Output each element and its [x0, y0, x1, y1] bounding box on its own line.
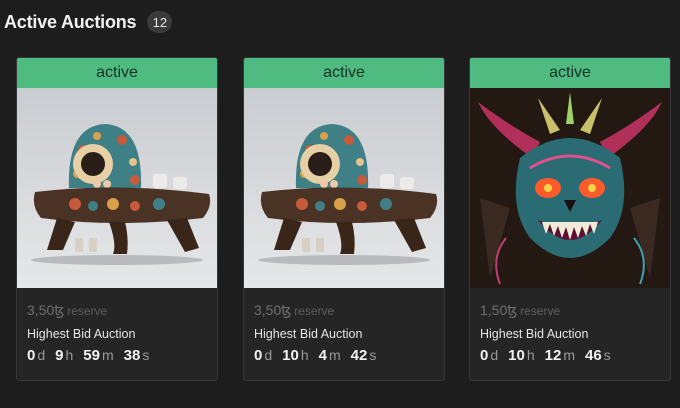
- auction-card[interactable]: active 1,50ꜩ reserve Highest Bid Auction…: [469, 57, 671, 381]
- auction-type: Highest Bid Auction: [254, 327, 363, 341]
- price-value: 3,50ꜩ: [27, 302, 65, 318]
- reserve-price: 3,50ꜩ reserve: [254, 302, 434, 319]
- reserve-price: 1,50ꜩ reserve: [480, 302, 660, 319]
- countdown-timer: 0d 10 h 12 m 46 s: [480, 347, 660, 364]
- reserve-price: 3,50ꜩ reserve: [27, 302, 207, 319]
- page-title: Active Auctions: [4, 11, 137, 32]
- status-badge: active: [244, 58, 444, 88]
- countdown-seconds: 38: [123, 347, 141, 364]
- countdown-seconds: 42: [350, 347, 368, 364]
- countdown-minutes: 12: [544, 347, 562, 364]
- unit-label: d: [264, 347, 273, 363]
- artwork-image[interactable]: [17, 88, 217, 288]
- unit-label: m: [101, 347, 114, 363]
- unit-label: h: [526, 347, 535, 363]
- unit-label: m: [563, 347, 575, 363]
- unit-label: s: [369, 347, 377, 363]
- countdown-days: 0: [254, 347, 263, 364]
- price-value: 1,50ꜩ: [480, 302, 518, 318]
- unit-label: s: [603, 347, 611, 363]
- unit-label: d: [37, 347, 46, 363]
- auction-card[interactable]: active 3,50ꜩ reserve Highest Bid Auction: [243, 57, 445, 381]
- auction-count-badge: 12: [147, 11, 173, 33]
- reserve-label: reserve: [67, 304, 108, 318]
- countdown-hours: 10: [282, 347, 299, 364]
- status-badge: active: [470, 58, 670, 88]
- unit-label: m: [328, 347, 341, 363]
- auction-type: Highest Bid Auction: [480, 327, 589, 341]
- countdown-seconds: 46: [584, 347, 602, 364]
- status-badge: active: [17, 58, 217, 88]
- artwork-image[interactable]: [470, 88, 670, 288]
- reserve-label: reserve: [294, 304, 335, 318]
- countdown-hours: 9: [55, 347, 64, 364]
- unit-label: s: [142, 347, 150, 363]
- auction-card[interactable]: active 3,50ꜩ reserve Highest Bid Auction: [16, 57, 218, 381]
- page-header: Active Auctions 12: [4, 11, 173, 33]
- artwork-image[interactable]: [244, 88, 444, 288]
- unit-label: h: [300, 347, 309, 363]
- auction-type: Highest Bid Auction: [27, 327, 136, 341]
- countdown-timer: 0d 9h 59 m 38 s: [27, 347, 207, 364]
- reserve-label: reserve: [520, 304, 561, 318]
- countdown-days: 0: [480, 347, 489, 364]
- countdown-timer: 0d 10 h 4m 42 s: [254, 347, 434, 364]
- price-value: 3,50ꜩ: [254, 302, 292, 318]
- unit-label: d: [490, 347, 499, 363]
- countdown-minutes: 4: [318, 347, 327, 364]
- countdown-days: 0: [27, 347, 36, 364]
- countdown-hours: 10: [508, 347, 525, 364]
- unit-label: h: [65, 347, 74, 363]
- countdown-minutes: 59: [83, 347, 100, 364]
